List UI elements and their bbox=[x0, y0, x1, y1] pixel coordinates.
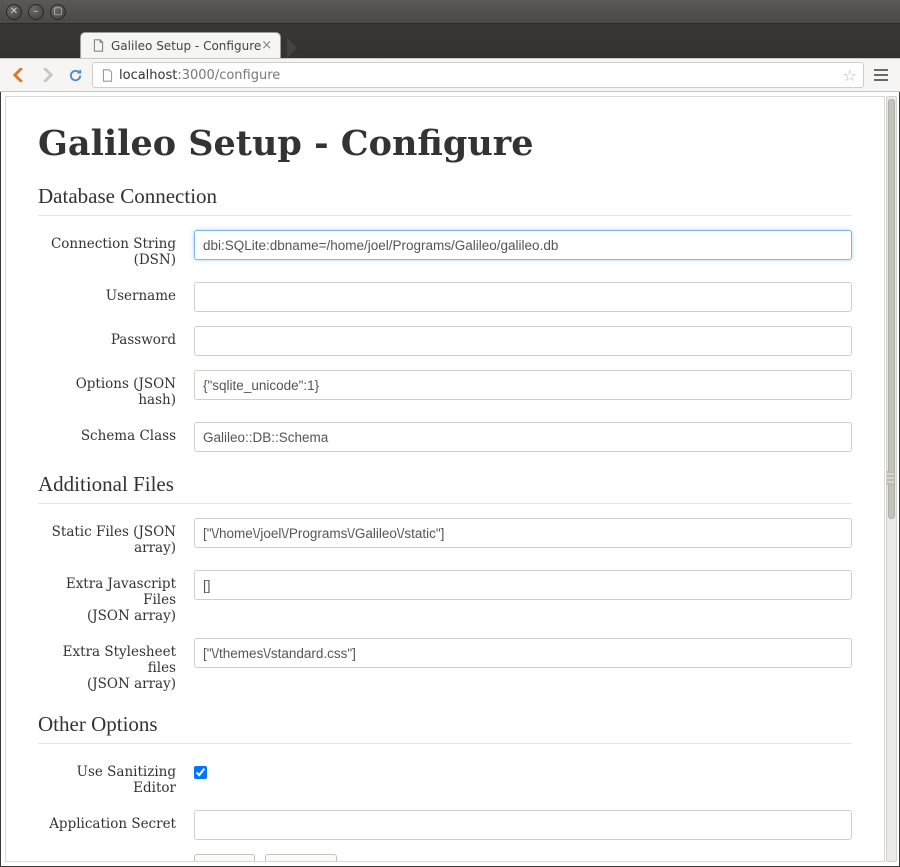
row-options: Options (JSON hash) bbox=[38, 370, 852, 408]
input-static[interactable] bbox=[194, 518, 852, 548]
url-path: :3000/configure bbox=[177, 68, 280, 83]
row-static: Static Files (JSON array) bbox=[38, 518, 852, 556]
label-extra-css-line1: Extra Stylesheet files bbox=[63, 644, 176, 676]
label-extra-css: Extra Stylesheet files (JSON array) bbox=[38, 638, 194, 692]
forward-button[interactable] bbox=[36, 64, 58, 86]
scrollbar-thumb[interactable] bbox=[888, 99, 895, 519]
input-extra-js[interactable] bbox=[194, 570, 852, 600]
row-sanitize: Use Sanitizing Editor bbox=[38, 758, 852, 796]
label-static: Static Files (JSON array) bbox=[38, 518, 194, 556]
row-dsn: Connection String (DSN) bbox=[38, 230, 852, 268]
section-heading-files: Additional Files bbox=[38, 472, 852, 504]
url-host: localhost bbox=[119, 68, 177, 83]
label-secret: Application Secret bbox=[38, 810, 194, 832]
row-schema: Schema Class bbox=[38, 422, 852, 452]
minimize-icon[interactable]: – bbox=[28, 4, 44, 20]
label-schema: Schema Class bbox=[38, 422, 194, 444]
tab-strip: Galileo Setup - Configure × bbox=[0, 30, 900, 58]
label-extra-css-line2: (JSON array) bbox=[87, 676, 176, 692]
input-options[interactable] bbox=[194, 370, 852, 400]
page-title: Galileo Setup - Configure bbox=[38, 123, 852, 164]
window-titlebar: ✕ – ▢ bbox=[0, 0, 900, 24]
label-extra-js: Extra Javascript Files (JSON array) bbox=[38, 570, 194, 624]
label-dsn: Connection String (DSN) bbox=[38, 230, 194, 268]
bookmark-icon[interactable]: ☆ bbox=[843, 66, 857, 85]
input-extra-css[interactable] bbox=[194, 638, 852, 668]
label-sanitize: Use Sanitizing Editor bbox=[38, 758, 194, 796]
row-password: Password bbox=[38, 326, 852, 356]
viewport: Galileo Setup - Configure Database Conne… bbox=[0, 92, 900, 867]
browser-tab[interactable]: Galileo Setup - Configure × bbox=[80, 32, 281, 58]
row-username: Username bbox=[38, 282, 852, 312]
row-extra-js: Extra Javascript Files (JSON array) bbox=[38, 570, 852, 624]
tab-title: Galileo Setup - Configure bbox=[111, 39, 261, 53]
maximize-icon[interactable]: ▢ bbox=[50, 4, 66, 20]
label-password: Password bbox=[38, 326, 194, 348]
address-bar[interactable]: localhost:3000/configure ☆ bbox=[92, 62, 864, 88]
close-icon[interactable]: ✕ bbox=[6, 4, 22, 20]
label-extra-js-line2: (JSON array) bbox=[87, 608, 176, 624]
tab-close-icon[interactable]: × bbox=[261, 38, 272, 53]
section-heading-other: Other Options bbox=[38, 712, 852, 744]
page-content: Galileo Setup - Configure Database Conne… bbox=[5, 96, 885, 862]
cancel-button[interactable]: Cancel bbox=[265, 854, 337, 862]
new-tab-button[interactable] bbox=[287, 38, 297, 58]
input-dsn[interactable] bbox=[194, 230, 852, 260]
label-extra-js-line1: Extra Javascript Files bbox=[66, 576, 176, 608]
row-extra-css: Extra Stylesheet files (JSON array) bbox=[38, 638, 852, 692]
favicon-icon bbox=[91, 39, 105, 53]
row-secret: Application Secret bbox=[38, 810, 852, 840]
page-icon bbox=[99, 69, 115, 82]
input-schema[interactable] bbox=[194, 422, 852, 452]
input-secret[interactable] bbox=[194, 810, 852, 840]
browser-toolbar: localhost:3000/configure ☆ bbox=[0, 58, 900, 92]
browser-chrome: Galileo Setup - Configure × localhost:30… bbox=[0, 24, 900, 92]
back-button[interactable] bbox=[8, 64, 30, 86]
save-button[interactable]: Save bbox=[194, 854, 255, 862]
scrollbar-gripper[interactable] bbox=[887, 471, 894, 485]
label-options: Options (JSON hash) bbox=[38, 370, 194, 408]
label-username: Username bbox=[38, 282, 194, 304]
row-buttons: Save Cancel bbox=[38, 854, 852, 862]
input-password[interactable] bbox=[194, 326, 852, 356]
scrollbar[interactable] bbox=[886, 96, 897, 862]
section-heading-db: Database Connection bbox=[38, 184, 852, 216]
input-username[interactable] bbox=[194, 282, 852, 312]
hamburger-menu-icon[interactable] bbox=[870, 64, 892, 86]
reload-button[interactable] bbox=[64, 64, 86, 86]
checkbox-sanitize[interactable] bbox=[194, 766, 207, 779]
